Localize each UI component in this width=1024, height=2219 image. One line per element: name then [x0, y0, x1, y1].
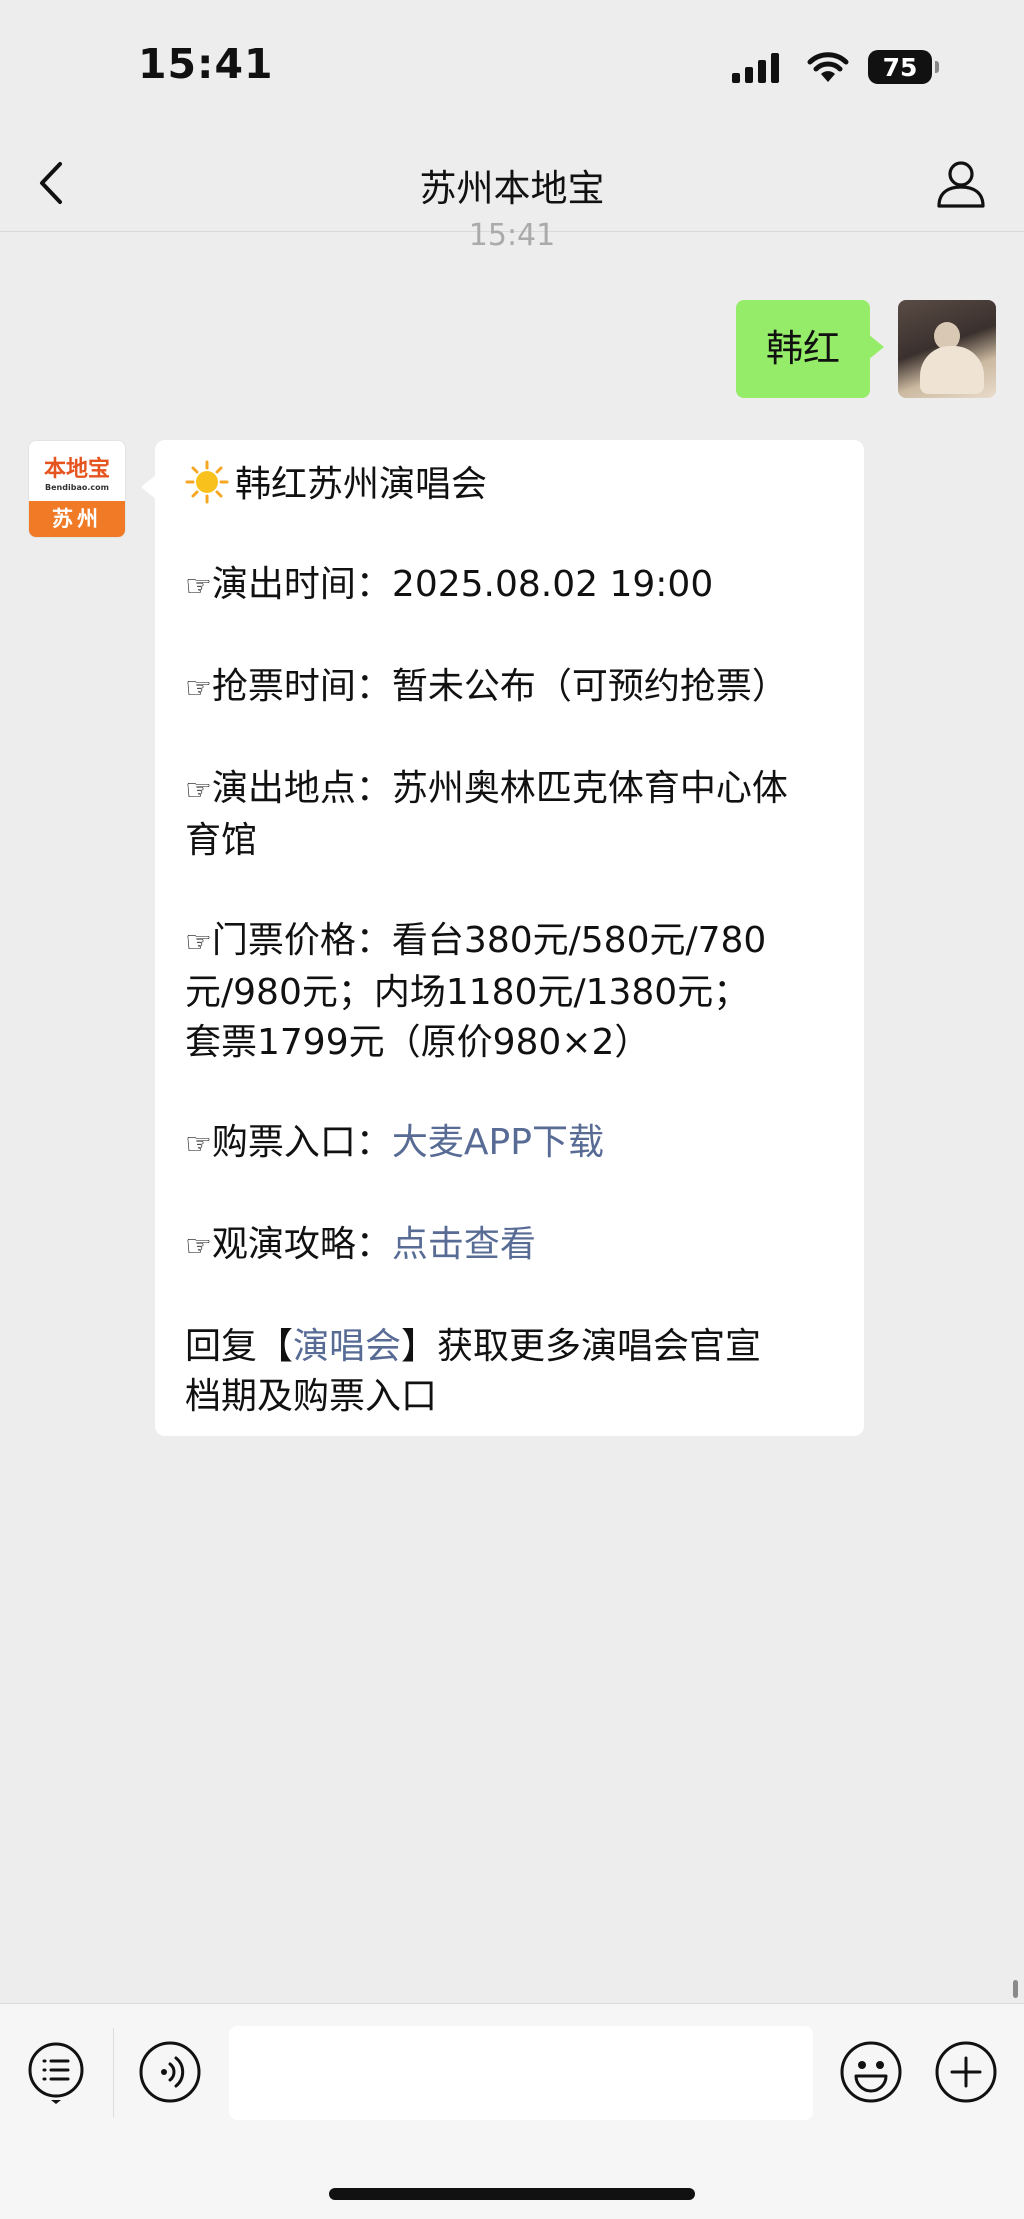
scrollbar[interactable] [1013, 1980, 1018, 1998]
reply-keyword-link[interactable]: 演唱会 [293, 1326, 401, 1367]
logo-url-text: Bendibao.com [45, 483, 109, 492]
voice-icon[interactable] [138, 2040, 202, 2104]
logo-city-text: 苏州 [29, 501, 125, 537]
show-time-label: 演出时间： [211, 564, 392, 605]
user-avatar[interactable] [898, 300, 996, 398]
reply-line: 回复【演唱会】获取更多演唱会官宣 [185, 1322, 834, 1372]
status-icons: 75 [732, 50, 939, 84]
pointing-hand-icon: ☞ [185, 671, 212, 706]
price-value: 看台380元/580元/780 [391, 920, 767, 961]
price-label: 门票价格： [211, 920, 392, 961]
outgoing-bubble[interactable]: 韩红 [736, 300, 884, 398]
status-time: 15:41 [138, 40, 274, 88]
wifi-icon [807, 52, 849, 82]
venue-label: 演出地点： [211, 768, 392, 809]
home-indicator[interactable] [329, 2188, 695, 2200]
message-timestamp: 15:41 [468, 218, 556, 253]
sender-avatar[interactable]: 本地宝 Bendibao.com 苏州 [28, 440, 126, 538]
venue-value: 苏州奥林匹克体育中心体 [391, 768, 788, 809]
menu-list-icon[interactable] [24, 2040, 88, 2104]
emoji-icon[interactable] [839, 2040, 903, 2104]
ticket-time-label: 抢票时间： [211, 666, 392, 707]
plus-icon[interactable] [934, 2040, 998, 2104]
ticket-time-line: ☞抢票时间：暂未公布（可预约抢票） [185, 662, 834, 714]
price-line: ☞门票价格：看台380元/580元/780 [185, 916, 834, 968]
guide-label: 观演攻略： [211, 1224, 392, 1265]
message-title: 韩红苏州演唱会 [235, 464, 488, 505]
pointing-hand-icon: ☞ [185, 1127, 212, 1162]
battery-indicator: 75 [868, 50, 939, 84]
sun-icon [185, 460, 229, 504]
user-icon[interactable] [934, 156, 988, 210]
logo-brand-text: 本地宝 [43, 456, 110, 482]
guide-link[interactable]: 点击查看 [392, 1224, 536, 1265]
price-line-2: 元/980元；内场1180元/1380元； [185, 972, 750, 1013]
chat-header: 苏州本地宝 [0, 130, 1024, 232]
pointing-hand-icon: ☞ [185, 569, 212, 604]
ticket-time-value: 暂未公布（可预约抢票） [391, 666, 788, 707]
show-time-line: ☞演出时间：2025.08.02 19:00 [185, 560, 834, 612]
pointing-hand-icon: ☞ [185, 1229, 212, 1264]
buy-line: ☞购票入口：大麦APP下载 [185, 1118, 834, 1170]
reply-suffix: 】获取更多演唱会官宣 [401, 1326, 762, 1367]
venue-line: ☞演出地点：苏州奥林匹克体育中心体 [185, 764, 834, 816]
pointing-hand-icon: ☞ [185, 773, 212, 808]
venue-line-2: 育馆 [185, 820, 258, 861]
guide-line: ☞观演攻略：点击查看 [185, 1220, 834, 1272]
cellular-signal-icon [732, 51, 784, 83]
buy-link[interactable]: 大麦APP下载 [392, 1122, 604, 1163]
show-time-value: 2025.08.02 19:00 [391, 564, 714, 605]
message-title-line: 韩红苏州演唱会 [185, 460, 834, 510]
price-line-3: 套票1799元（原价980×2） [185, 1022, 651, 1063]
input-divider [113, 2028, 114, 2118]
status-bar: 15:41 75 [0, 0, 1024, 130]
message-input[interactable] [229, 2026, 813, 2120]
reply-prefix: 回复【 [185, 1326, 294, 1367]
reply-line-2: 档期及购票入口 [185, 1376, 438, 1417]
outgoing-message: 韩红 [736, 300, 996, 398]
chat-title: 苏州本地宝 [419, 167, 605, 210]
pointing-hand-icon: ☞ [185, 925, 212, 960]
buy-label: 购票入口： [211, 1122, 392, 1163]
input-bar [0, 2003, 1024, 2219]
incoming-bubble[interactable]: 韩红苏州演唱会 ☞演出时间：2025.08.02 19:00 ☞抢票时间：暂未公… [141, 440, 864, 1436]
